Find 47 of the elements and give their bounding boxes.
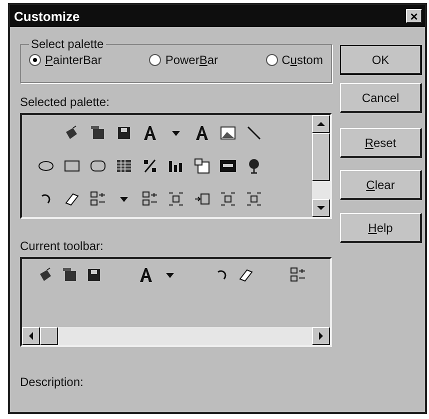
palette-radio[interactable]: Custom — [266, 53, 323, 67]
close-button[interactable]: × — [406, 9, 422, 23]
radio-label: PainterBar — [45, 53, 102, 67]
align-icon[interactable] — [89, 190, 107, 208]
window-icon[interactable] — [193, 156, 211, 175]
align-icon[interactable] — [289, 266, 307, 284]
spacing-icon[interactable] — [219, 190, 237, 208]
radio-button[interactable] — [266, 54, 278, 66]
line-icon[interactable] — [245, 124, 263, 142]
align-icon[interactable] — [141, 190, 159, 208]
palette-radio[interactable]: PainterBar — [29, 53, 102, 67]
radio-button[interactable] — [149, 54, 162, 66]
dialog-button[interactable]: Clear — [340, 170, 422, 200]
font-icon[interactable] — [141, 124, 159, 142]
down-arrow-icon[interactable] — [317, 204, 325, 212]
percent-icon[interactable] — [141, 156, 159, 175]
spacing-icon[interactable] — [167, 190, 185, 208]
dialog-button[interactable]: Cancel — [340, 83, 422, 113]
scroll-right-button[interactable] — [312, 327, 330, 345]
palette-radio[interactable]: PowerBar — [149, 53, 218, 67]
scroll-down-button[interactable] — [312, 199, 330, 217]
selected-palette-label: Selected palette: — [20, 95, 110, 109]
right-arrow-icon[interactable] — [317, 332, 325, 340]
radio-label: Custom — [282, 53, 323, 67]
horizontal-scrollbar[interactable] — [22, 327, 330, 345]
left-arrow-icon[interactable] — [27, 332, 35, 340]
dialog-button[interactable]: Help — [340, 213, 422, 243]
up-arrow-icon[interactable] — [317, 120, 325, 128]
window-title: Customize — [14, 8, 80, 24]
radio-label: PowerBar — [165, 53, 218, 67]
paint-bucket-icon[interactable] — [61, 266, 79, 284]
dialog-button[interactable]: Reset — [340, 128, 422, 158]
radio-button[interactable] — [29, 54, 41, 66]
save-icon[interactable] — [85, 266, 103, 284]
spacing-icon[interactable] — [245, 190, 263, 208]
scroll-up-button[interactable] — [312, 115, 330, 133]
scroll-left-button[interactable] — [22, 327, 40, 345]
font-icon[interactable] — [193, 124, 211, 142]
font-icon[interactable] — [137, 266, 155, 284]
picture-icon[interactable] — [219, 124, 237, 142]
current-toolbar-label: Current toolbar: — [20, 239, 104, 253]
scroll-thumb[interactable] — [40, 327, 58, 345]
description-label: Description: — [20, 375, 84, 389]
vertical-scrollbar[interactable] — [312, 115, 330, 217]
dialog-button[interactable]: OK — [340, 45, 422, 75]
scroll-thumb[interactable] — [312, 133, 330, 181]
group-label: Select palette — [30, 37, 105, 51]
